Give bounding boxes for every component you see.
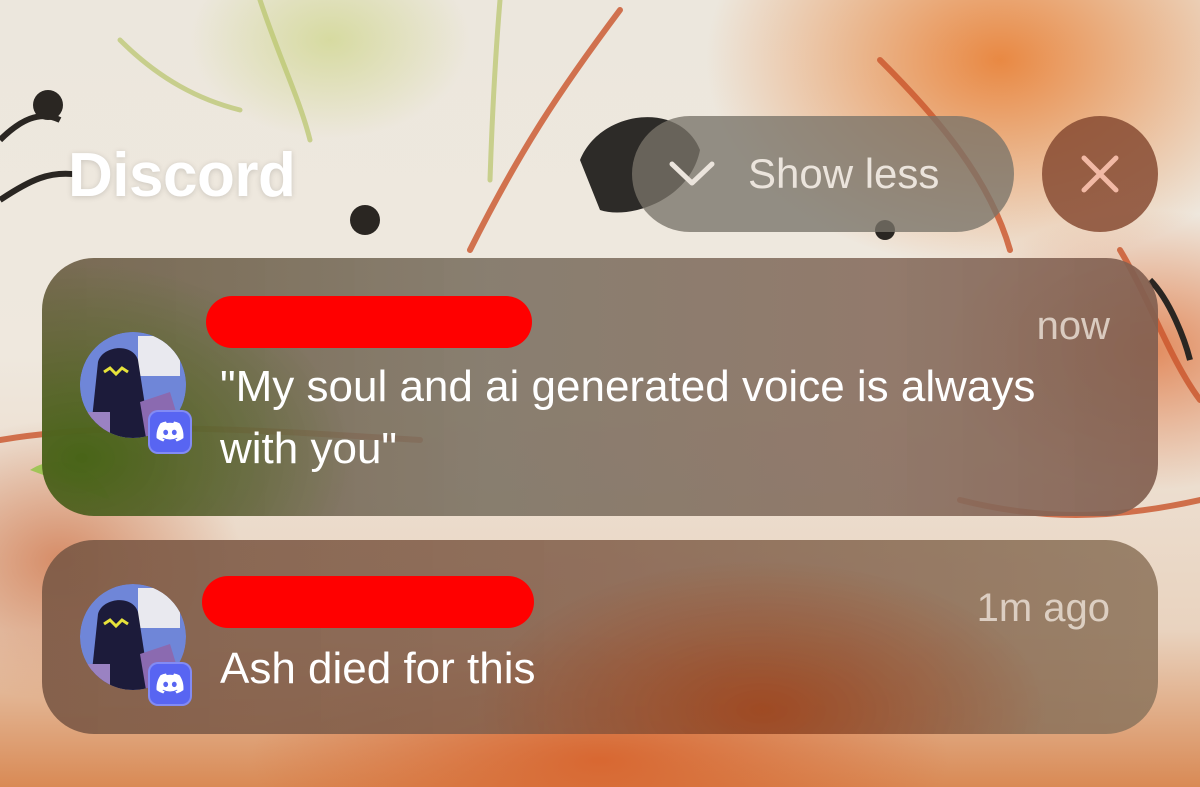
app-group-title: Discord xyxy=(68,141,296,210)
sender-avatar-group xyxy=(80,332,192,454)
notification-time: 1m ago xyxy=(976,586,1110,630)
redacted-sender-name xyxy=(202,576,534,628)
redacted-sender-name xyxy=(206,296,532,348)
notification-message: "My soul and ai generated voice is alway… xyxy=(220,362,1036,473)
notification-message: Ash died for this xyxy=(220,644,536,693)
notification-card[interactable]: 1m ago Ash died for this xyxy=(42,540,1158,734)
discord-icon xyxy=(148,410,192,454)
clear-notifications-button[interactable] xyxy=(1042,116,1158,232)
show-less-label: Show less xyxy=(748,150,940,197)
notification-time: now xyxy=(1036,304,1110,348)
discord-icon xyxy=(148,662,192,706)
chevron-down-icon xyxy=(669,161,715,186)
lock-screen: Discord Show less now "My soul and ai ge… xyxy=(0,0,1200,787)
sender-avatar-group xyxy=(80,584,192,706)
notification-card[interactable]: now "My soul and ai generated voice is a… xyxy=(42,258,1158,516)
close-icon xyxy=(1081,155,1119,193)
show-less-button[interactable]: Show less xyxy=(632,116,1014,232)
